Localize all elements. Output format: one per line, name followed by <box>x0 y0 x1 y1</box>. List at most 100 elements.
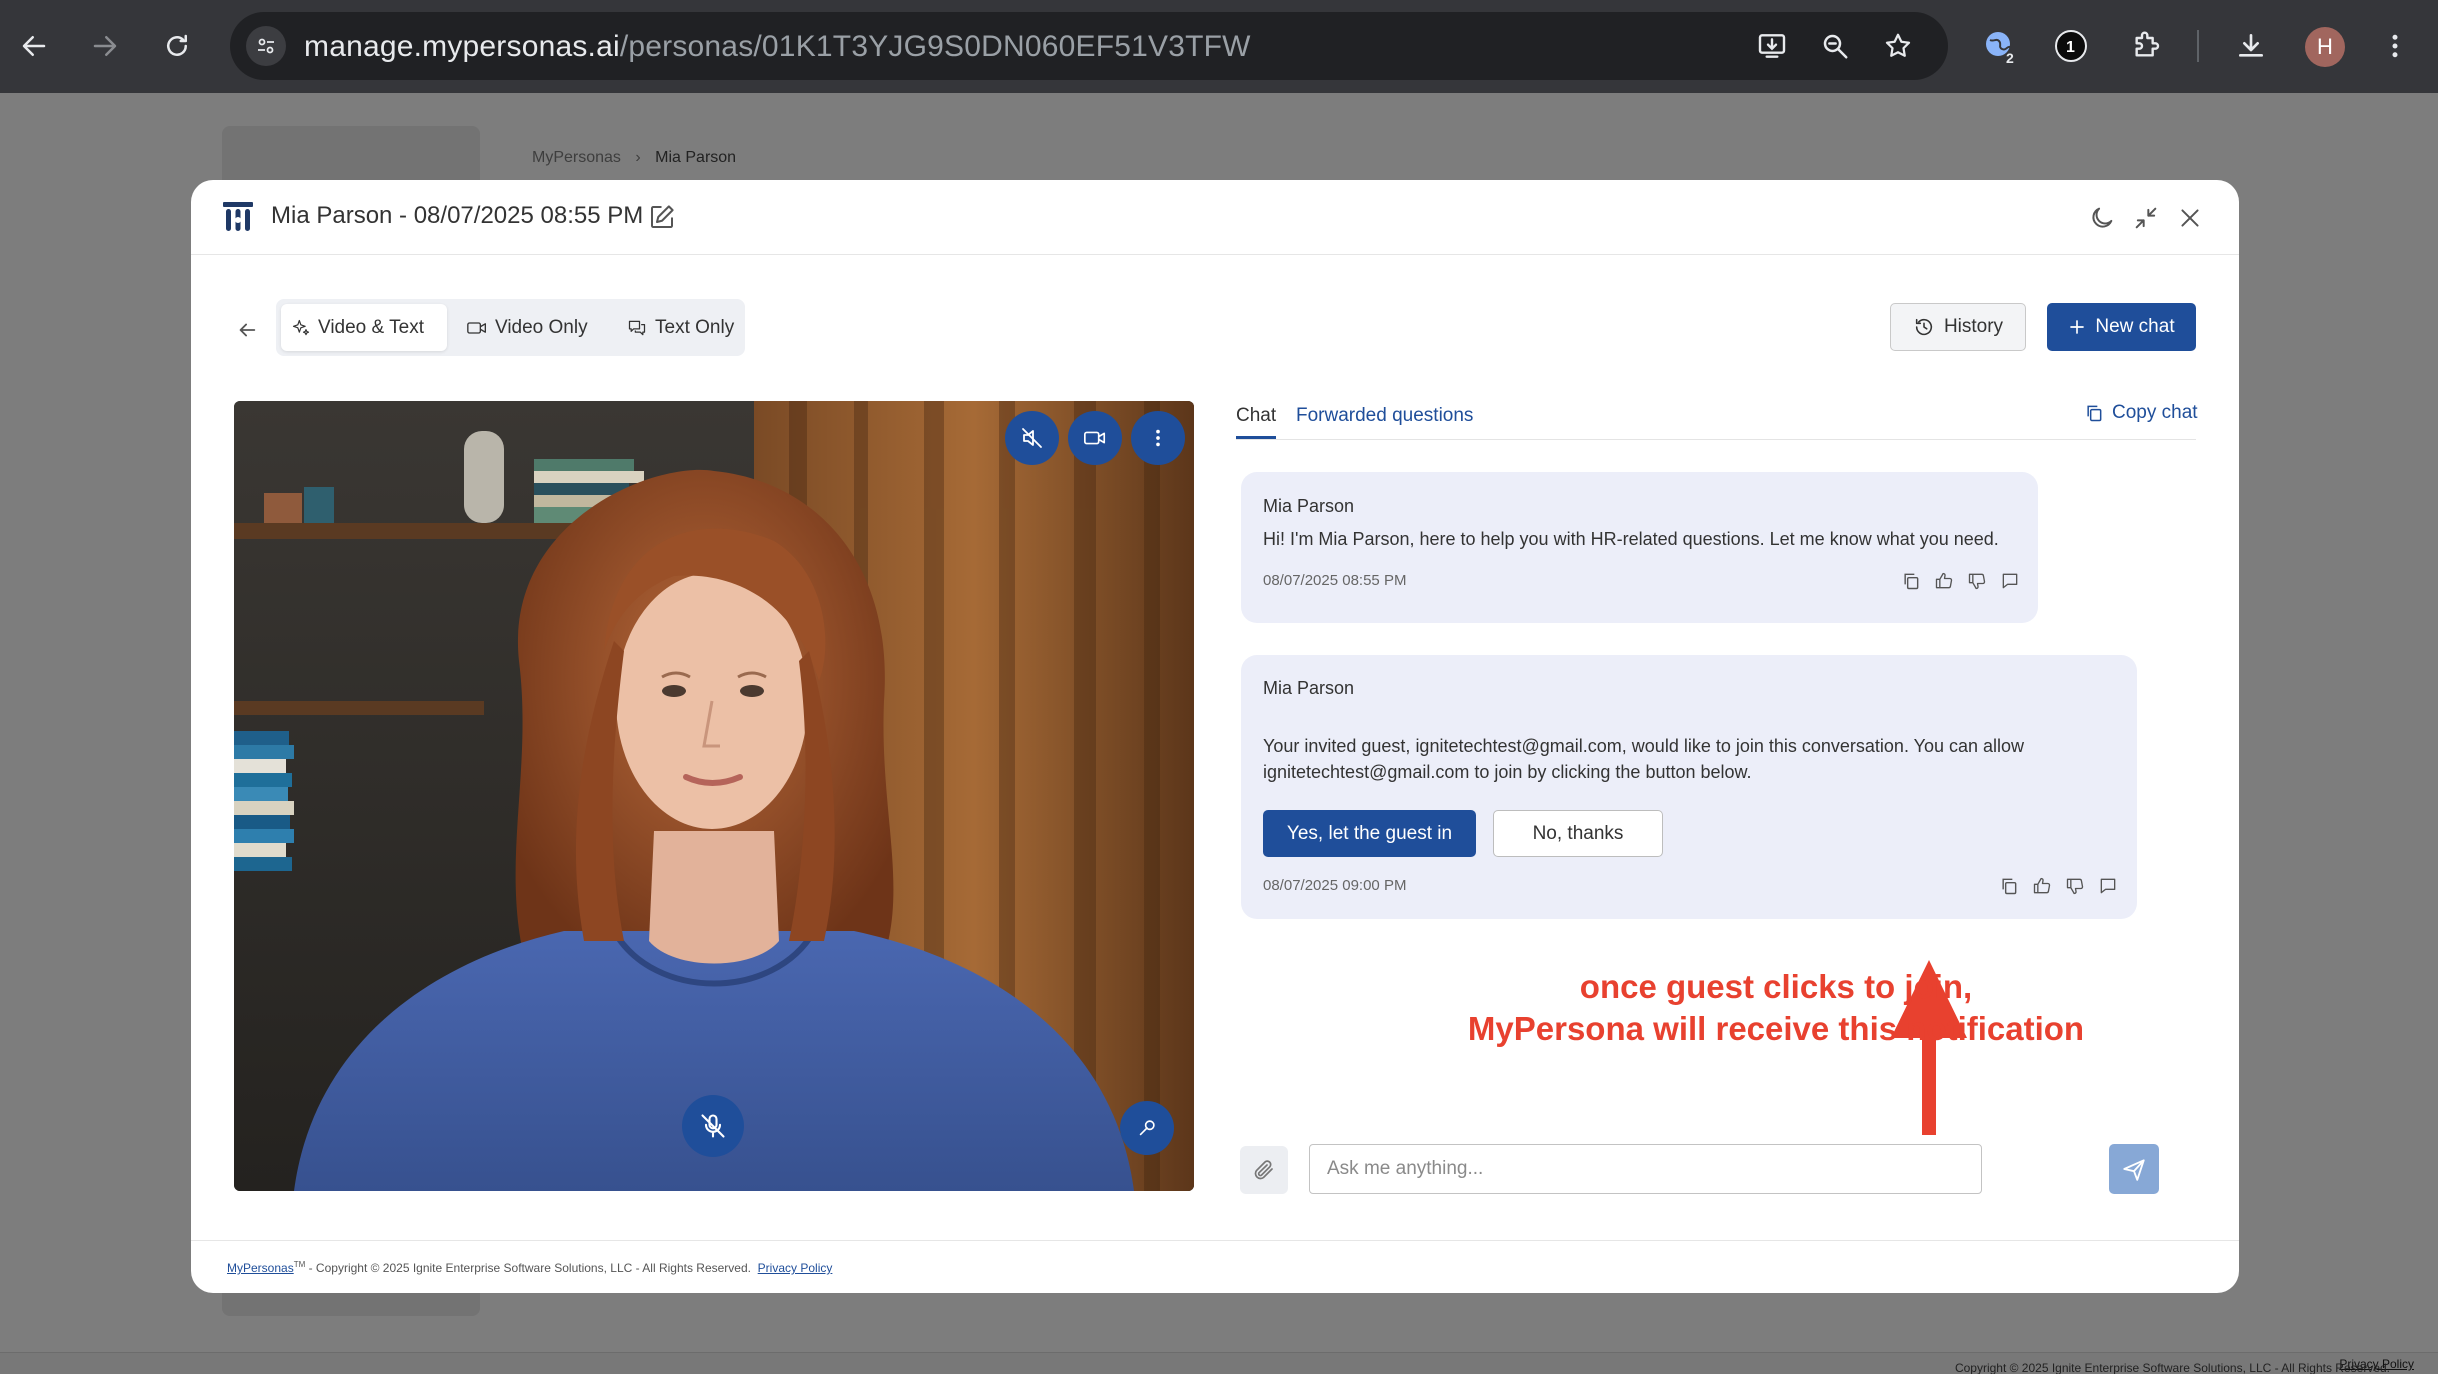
url-path: /personas/01K1T3YJG9S0DN060EF51V3TFW <box>619 30 1251 63</box>
annotation-text: once guest clicks to join, MyPersona wil… <box>1376 966 2176 1050</box>
mode-video-text-label: Video & Text <box>318 316 424 338</box>
zoom-icon[interactable] <box>1815 26 1855 66</box>
paperclip-icon <box>1254 1160 1273 1180</box>
puzzle-extensions-icon[interactable] <box>2124 24 2168 68</box>
background-breadcrumb: MyPersonas › Mia Parson <box>532 149 736 167</box>
downloads-icon[interactable] <box>2229 24 2273 68</box>
attach-button[interactable] <box>1240 1146 1288 1194</box>
toolbar-divider <box>2197 30 2199 62</box>
extension-one-icon[interactable]: 1 <box>2049 24 2093 68</box>
copy-chat-label: Copy chat <box>2112 402 2198 423</box>
persona-video <box>234 401 1194 1191</box>
copy-icon[interactable] <box>1899 569 1923 593</box>
persona-video-frame <box>234 401 1194 1191</box>
close-icon[interactable] <box>2174 202 2206 234</box>
send-icon <box>2123 1159 2145 1181</box>
video-pin-button[interactable] <box>1120 1101 1174 1155</box>
new-chat-button[interactable]: New chat <box>2047 303 2196 351</box>
microphone-off-icon <box>701 1114 725 1138</box>
copy-chat-button[interactable]: Copy chat <box>2084 402 2198 424</box>
chat-message: Mia Parson Hi! I'm Mia Parson, here to h… <box>1241 472 2038 623</box>
chat-modal: Mia Parson - 08/07/2025 08:55 PM Video &… <box>191 180 2239 1293</box>
mode-text-only-label: Text Only <box>655 316 735 338</box>
persona-logo-icon <box>221 200 255 234</box>
mode-video-text-tab[interactable]: Video & Text <box>281 304 447 351</box>
install-app-icon[interactable] <box>1752 26 1792 66</box>
browser-menu-icon[interactable] <box>2373 24 2417 68</box>
tab-forwarded-questions[interactable]: Forwarded questions <box>1296 405 1473 427</box>
extension-globe-icon[interactable]: 2 <box>1978 24 2022 68</box>
more-vertical-icon <box>1156 429 1160 447</box>
edit-title-icon[interactable] <box>647 202 677 232</box>
profile-avatar[interactable]: H <box>2305 27 2345 67</box>
forward-arrow-icon[interactable] <box>84 25 126 67</box>
back-arrow-icon[interactable] <box>13 25 55 67</box>
message-input[interactable] <box>1309 1144 1982 1194</box>
message-sender: Mia Parson <box>1263 678 1355 698</box>
history-clock-icon <box>1915 318 1933 336</box>
bookmark-star-icon[interactable] <box>1878 26 1918 66</box>
footer-privacy-link[interactable]: Privacy Policy <box>758 1261 833 1275</box>
url-host: manage.mypersonas.ai <box>304 30 620 63</box>
extension-one-label: 1 <box>2066 39 2075 56</box>
background-copyright: Copyright © 2025 Ignite Enterprise Softw… <box>1954 1361 2390 1374</box>
message-time: 08/07/2025 09:00 PM <box>1263 877 1407 894</box>
message-actions <box>1899 569 2022 593</box>
annotation-line-2: MyPersona will receive this notification <box>1467 1010 2085 1047</box>
thumbs-up-icon[interactable] <box>1932 569 1956 593</box>
new-chat-label: New chat <box>2095 316 2175 337</box>
background-footer: Copyright © 2025 Ignite Enterprise Softw… <box>0 1352 2438 1374</box>
thumbs-down-icon[interactable] <box>1965 569 1989 593</box>
sparkle-icon <box>292 319 310 335</box>
message-time: 08/07/2025 08:55 PM <box>1263 572 1407 589</box>
address-bar[interactable]: manage.mypersonas.ai/personas/01K1T3YJG9… <box>230 12 1948 80</box>
modal-footer: MyPersonasTM - Copyright © 2025 Ignite E… <box>191 1240 2239 1293</box>
copy-icon[interactable] <box>1997 874 2021 898</box>
mute-speaker-button[interactable] <box>1005 411 1059 465</box>
breadcrumb-current: Mia Parson <box>655 149 737 166</box>
mode-video-only-label: Video Only <box>495 316 588 338</box>
chat-tabs: Chat Forwarded questions <box>1236 399 2196 440</box>
back-arrow-icon[interactable] <box>231 314 263 346</box>
video-more-button[interactable] <box>1131 411 1185 465</box>
comment-icon[interactable] <box>2096 874 2120 898</box>
footer-brand-link[interactable]: MyPersonas <box>227 1261 294 1275</box>
allow-guest-button[interactable]: Yes, let the guest in <box>1263 810 1476 857</box>
history-label: History <box>1943 316 2004 337</box>
message-text: Your invited guest, ignitetechtest@gmail… <box>1263 736 2025 782</box>
dark-mode-moon-icon[interactable] <box>2086 202 2118 234</box>
footer-copyright: - Copyright © 2025 Ignite Enterprise Sof… <box>305 1261 751 1275</box>
video-camera-icon <box>467 321 487 334</box>
minimize-icon[interactable] <box>2130 202 2162 234</box>
site-settings-icon[interactable] <box>246 26 286 66</box>
thumbs-down-icon[interactable] <box>2063 874 2087 898</box>
modal-header: Mia Parson - 08/07/2025 08:55 PM <box>191 180 2239 255</box>
thumbs-up-icon[interactable] <box>2030 874 2054 898</box>
microphone-button[interactable] <box>682 1095 744 1157</box>
footer-text: MyPersonasTM - Copyright © 2025 Ignite E… <box>227 1260 832 1275</box>
message-text: Hi! I'm Mia Parson, here to help you wit… <box>1263 529 1999 549</box>
send-button[interactable] <box>2109 1144 2159 1194</box>
decline-guest-button[interactable]: No, thanks <box>1493 810 1663 857</box>
history-button[interactable]: History <box>1890 303 2026 351</box>
comment-icon[interactable] <box>1998 569 2022 593</box>
breadcrumb-separator-icon: › <box>635 149 641 166</box>
tab-chat[interactable]: Chat <box>1236 405 1277 439</box>
mode-selector: Video & Text Video Only Text Only <box>276 299 745 356</box>
mode-video-only-tab[interactable]: Video Only <box>456 304 598 351</box>
browser-toolbar: manage.mypersonas.ai/personas/01K1T3YJG9… <box>0 0 2438 93</box>
trademark-mark: TM <box>293 1260 306 1269</box>
message-sender: Mia Parson <box>1263 496 1355 516</box>
breadcrumb-root: MyPersonas <box>532 149 621 166</box>
plus-icon <box>2070 320 2085 334</box>
video-camera-icon <box>1084 431 1106 445</box>
copy-icon <box>2087 405 2102 422</box>
annotation-line-1: once guest clicks to join, <box>1579 968 1973 1005</box>
pen-mic-icon <box>1139 1120 1155 1136</box>
camera-button[interactable] <box>1068 411 1122 465</box>
speaker-off-icon <box>1022 428 1042 448</box>
reload-icon[interactable] <box>156 25 198 67</box>
mode-text-only-tab[interactable]: Text Only <box>616 304 744 351</box>
background-footer-text: Copyright © 2025 Ignite Enterprise Softw… <box>1955 1357 2414 1374</box>
chat-bubbles-icon <box>628 320 646 335</box>
